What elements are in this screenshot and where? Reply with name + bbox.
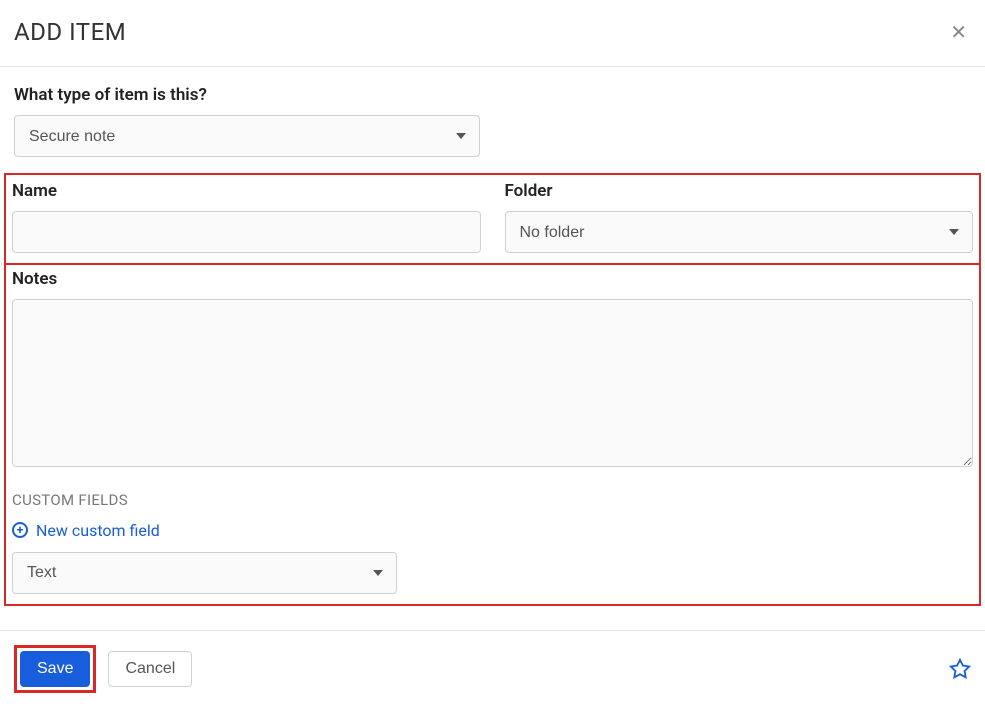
folder-select-wrapper: No folder [505,211,974,253]
modal-title: ADD ITEM [14,18,126,46]
notes-label: Notes [12,269,973,289]
favorite-star-icon[interactable] [949,658,971,680]
name-folder-row: Name Folder No folder [12,181,973,253]
folder-label: Folder [505,181,974,201]
modal-header: ADD ITEM ✕ [0,0,985,67]
close-button[interactable]: ✕ [946,20,971,45]
footer-actions: Save Cancel [14,645,192,693]
name-input[interactable] [12,211,481,253]
item-type-select-wrapper: Secure note [14,115,480,157]
new-custom-field-text: New custom field [36,521,160,540]
save-highlight-box: Save [14,645,96,693]
folder-select[interactable]: No folder [505,211,974,253]
highlight-notes-fields: Notes CUSTOM FIELDS + New custom field T… [4,265,981,606]
name-label: Name [12,181,481,201]
item-type-section: What type of item is this? Secure note [14,85,971,157]
item-type-select[interactable]: Secure note [14,115,480,157]
modal-content: What type of item is this? Secure note N… [0,67,985,616]
cancel-button[interactable]: Cancel [108,651,192,687]
custom-field-type-select[interactable]: Text [12,552,397,594]
field-type-select-wrapper: Text [12,552,397,594]
modal-footer: Save Cancel [0,630,985,707]
highlight-name-folder: Name Folder No folder [4,173,981,265]
custom-fields-heading: CUSTOM FIELDS [12,491,973,509]
plus-circle-icon: + [12,522,28,538]
folder-column: Folder No folder [505,181,974,253]
name-column: Name [12,181,481,253]
new-custom-field-link[interactable]: + New custom field [12,521,160,540]
notes-textarea[interactable] [12,299,973,467]
item-type-label: What type of item is this? [14,85,971,105]
save-button[interactable]: Save [20,651,90,687]
